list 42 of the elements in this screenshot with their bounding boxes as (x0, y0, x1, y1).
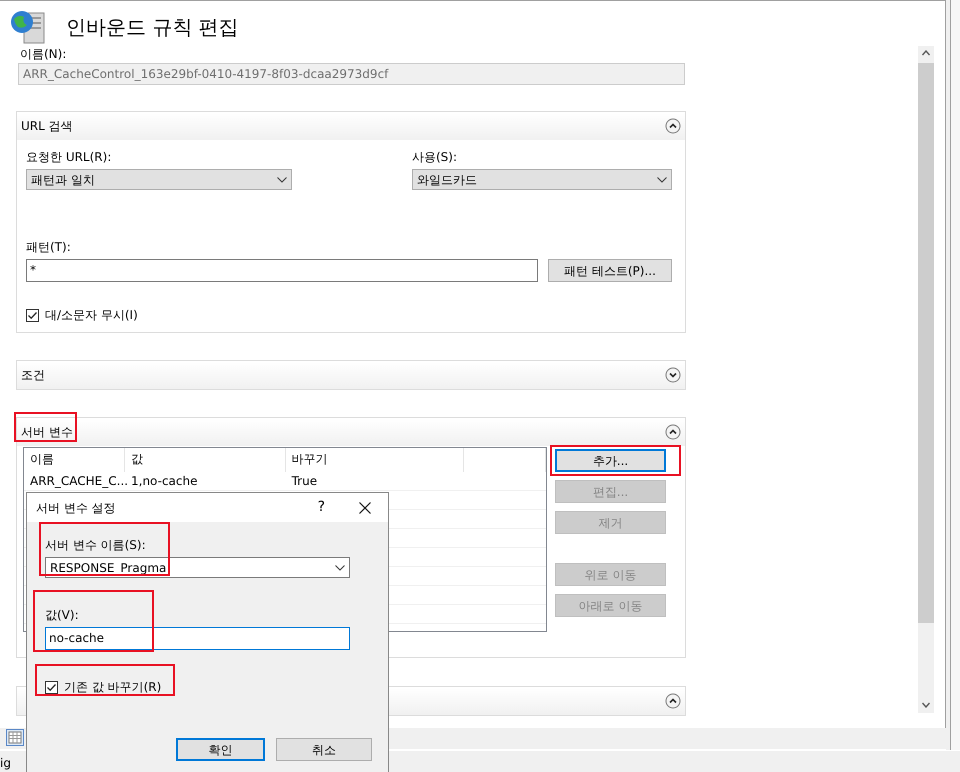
value-field[interactable]: no-cache (45, 627, 350, 650)
collapse-icon[interactable] (665, 424, 681, 440)
field-label: 서버 변수 이름(S): (45, 538, 146, 552)
dialog-button[interactable]: 취소 (276, 738, 372, 761)
scroll-down-icon[interactable] (922, 702, 930, 708)
close-icon[interactable] (359, 502, 371, 514)
checkbox[interactable] (26, 308, 39, 322)
section-title: 조건 (21, 367, 45, 384)
field-label: 요청한 URL(R): (26, 150, 112, 164)
name-field: ARR_CacheControl_163e29bf-0410-4197-8f03-dcaa2973d9cf (18, 63, 685, 85)
field-label: 이름(N): (20, 47, 66, 61)
column-header[interactable]: 바꾸기 (286, 448, 464, 472)
grid-view-icon[interactable] (6, 729, 24, 746)
action-button[interactable]: 추가... (555, 449, 666, 472)
dropdown[interactable]: 와일드카드 (412, 169, 672, 190)
field-label: 사용(S): (412, 150, 458, 164)
collapse-icon[interactable] (665, 693, 681, 709)
checkbox-label: 대/소문자 무시(I) (45, 307, 138, 324)
section-title: 서버 변수 (21, 424, 73, 441)
field-label: 패턴(T): (26, 240, 71, 254)
status-text: ig (0, 755, 11, 772)
collapse-icon[interactable] (665, 118, 681, 134)
dropdown[interactable]: 패턴과 일치 (26, 169, 292, 190)
checkbox[interactable] (45, 680, 58, 694)
column-header[interactable]: 이름 (24, 448, 125, 472)
help-button[interactable]: ? (318, 497, 325, 518)
checkbox-label: 기존 값 바꾸기(R) (64, 679, 162, 696)
column-header[interactable]: 값 (124, 448, 286, 472)
page-title: 인바운드 규칙 편집 (66, 14, 239, 40)
dropdown[interactable]: RESPONSE_Pragma (45, 557, 350, 578)
section-title: URL 검색 (21, 118, 73, 135)
table-cell-text: True (290, 473, 318, 490)
test-pattern-button[interactable]: 패턴 테스트(P)... (548, 259, 672, 282)
scrollbar[interactable] (918, 46, 934, 713)
pattern-field[interactable]: * (26, 259, 538, 282)
expand-icon[interactable] (665, 367, 681, 383)
table-cell-text: 1,no-cache (130, 473, 198, 490)
scroll-up-icon[interactable] (922, 50, 930, 56)
dialog-title: 서버 변수 설정 (36, 500, 116, 516)
table-cell-text: ARR_CACHE_C... (29, 473, 125, 490)
dialog-button[interactable]: 확인 (176, 738, 265, 761)
field-label: 값(V): (45, 608, 79, 622)
